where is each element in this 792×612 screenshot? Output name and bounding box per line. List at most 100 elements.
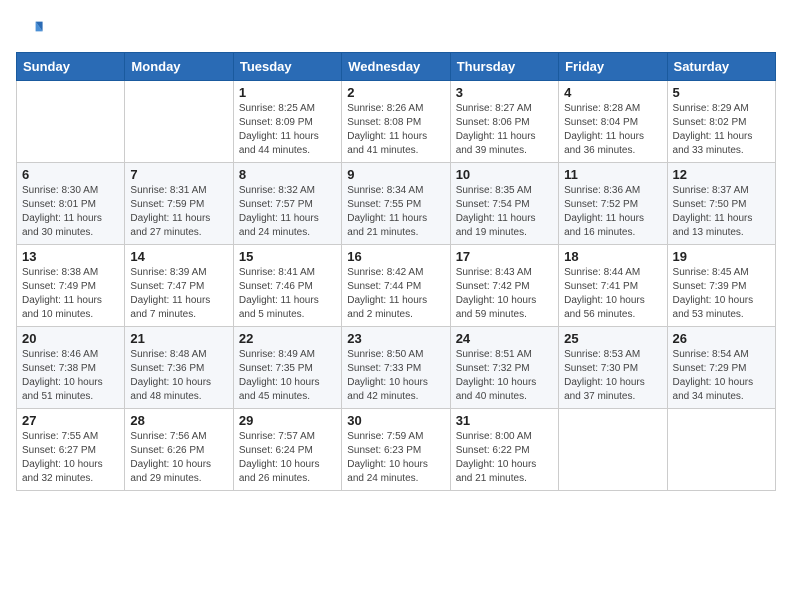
- day-info: Sunrise: 8:30 AM Sunset: 8:01 PM Dayligh…: [22, 184, 119, 240]
- calendar-cell: 2Sunrise: 8:26 AM Sunset: 8:08 PM Daylig…: [342, 81, 450, 163]
- day-info: Sunrise: 7:55 AM Sunset: 6:27 PM Dayligh…: [22, 430, 119, 486]
- calendar-cell: 11 Sunrise: 8:36 AM Sunset: 7:52 PM Dayli…: [559, 163, 667, 245]
- calendar-week-row-3: 13 Sunrise: 8:38 AM Sunset: 7:49 PM Dayli…: [17, 245, 776, 327]
- weekday-header-monday: Monday: [125, 53, 233, 81]
- day-number: 13: [22, 249, 119, 264]
- day-number: 10: [456, 167, 553, 182]
- day-info: Sunrise: 8:51 AM Sunset: 7:32 PM Dayligh…: [456, 348, 553, 404]
- day-number: 26: [673, 331, 770, 346]
- calendar-cell: 10Sunrise: 8:35 AM Sunset: 7:54 PM Dayli…: [450, 163, 558, 245]
- day-info: Sunrise: 7:56 AM Sunset: 6:26 PM Dayligh…: [130, 430, 227, 486]
- calendar-cell: [17, 81, 125, 163]
- calendar-cell: 13 Sunrise: 8:38 AM Sunset: 7:49 PM Dayli…: [17, 245, 125, 327]
- day-number: 30: [347, 413, 444, 428]
- calendar-cell: 17 Sunrise: 8:43 AM Sunset: 7:42 PM Dayli…: [450, 245, 558, 327]
- day-info: Sunrise: 8:48 AM Sunset: 7:36 PM Dayligh…: [130, 348, 227, 404]
- weekday-header-row: SundayMondayTuesdayWednesdayThursdayFrid…: [17, 53, 776, 81]
- weekday-header-sunday: Sunday: [17, 53, 125, 81]
- day-info: Sunrise: 8:34 AM Sunset: 7:55 PM Dayligh…: [347, 184, 444, 240]
- page-header: [16, 16, 776, 44]
- calendar-cell: 27 Sunrise: 7:55 AM Sunset: 6:27 PM Dayli…: [17, 409, 125, 491]
- day-info: Sunrise: 8:50 AM Sunset: 7:33 PM Dayligh…: [347, 348, 444, 404]
- calendar-cell: 20 Sunrise: 8:46 AM Sunset: 7:38 PM Dayli…: [17, 327, 125, 409]
- calendar-cell: 19 Sunrise: 8:45 AM Sunset: 7:39 PM Dayli…: [667, 245, 775, 327]
- calendar-cell: 31 Sunrise: 8:00 AM Sunset: 6:22 PM Dayli…: [450, 409, 558, 491]
- calendar-cell: 9 Sunrise: 8:34 AM Sunset: 7:55 PM Daylig…: [342, 163, 450, 245]
- weekday-header-tuesday: Tuesday: [233, 53, 341, 81]
- calendar-table: SundayMondayTuesdayWednesdayThursdayFrid…: [16, 52, 776, 491]
- calendar-cell: 28 Sunrise: 7:56 AM Sunset: 6:26 PM Dayli…: [125, 409, 233, 491]
- day-number: 6: [22, 167, 119, 182]
- day-number: 12: [673, 167, 770, 182]
- day-info: Sunrise: 8:42 AM Sunset: 7:44 PM Dayligh…: [347, 266, 444, 322]
- calendar-cell: 29Sunrise: 7:57 AM Sunset: 6:24 PM Dayli…: [233, 409, 341, 491]
- day-info: Sunrise: 8:29 AM Sunset: 8:02 PM Dayligh…: [673, 102, 770, 158]
- day-number: 20: [22, 331, 119, 346]
- day-info: Sunrise: 8:49 AM Sunset: 7:35 PM Dayligh…: [239, 348, 336, 404]
- day-info: Sunrise: 8:46 AM Sunset: 7:38 PM Dayligh…: [22, 348, 119, 404]
- day-info: Sunrise: 8:39 AM Sunset: 7:47 PM Dayligh…: [130, 266, 227, 322]
- day-number: 1: [239, 85, 336, 100]
- calendar-cell: 14Sunrise: 8:39 AM Sunset: 7:47 PM Dayli…: [125, 245, 233, 327]
- day-number: 19: [673, 249, 770, 264]
- weekday-header-friday: Friday: [559, 53, 667, 81]
- calendar-cell: 30 Sunrise: 7:59 AM Sunset: 6:23 PM Dayli…: [342, 409, 450, 491]
- day-info: Sunrise: 8:27 AM Sunset: 8:06 PM Dayligh…: [456, 102, 553, 158]
- day-number: 25: [564, 331, 661, 346]
- calendar-week-row-1: 1 Sunrise: 8:25 AM Sunset: 8:09 PM Daylig…: [17, 81, 776, 163]
- calendar-cell: 16 Sunrise: 8:42 AM Sunset: 7:44 PM Dayli…: [342, 245, 450, 327]
- calendar-cell: [559, 409, 667, 491]
- day-info: Sunrise: 8:00 AM Sunset: 6:22 PM Dayligh…: [456, 430, 553, 486]
- day-info: Sunrise: 8:31 AM Sunset: 7:59 PM Dayligh…: [130, 184, 227, 240]
- weekday-header-thursday: Thursday: [450, 53, 558, 81]
- day-info: Sunrise: 8:32 AM Sunset: 7:57 PM Dayligh…: [239, 184, 336, 240]
- day-info: Sunrise: 7:59 AM Sunset: 6:23 PM Dayligh…: [347, 430, 444, 486]
- day-number: 23: [347, 331, 444, 346]
- day-info: Sunrise: 8:41 AM Sunset: 7:46 PM Dayligh…: [239, 266, 336, 322]
- calendar-cell: 18 Sunrise: 8:44 AM Sunset: 7:41 PM Dayli…: [559, 245, 667, 327]
- day-info: Sunrise: 8:38 AM Sunset: 7:49 PM Dayligh…: [22, 266, 119, 322]
- day-number: 5: [673, 85, 770, 100]
- calendar-week-row-4: 20 Sunrise: 8:46 AM Sunset: 7:38 PM Dayli…: [17, 327, 776, 409]
- calendar-cell: 8 Sunrise: 8:32 AM Sunset: 7:57 PM Daylig…: [233, 163, 341, 245]
- day-number: 18: [564, 249, 661, 264]
- day-number: 3: [456, 85, 553, 100]
- day-info: Sunrise: 8:28 AM Sunset: 8:04 PM Dayligh…: [564, 102, 661, 158]
- day-info: Sunrise: 8:45 AM Sunset: 7:39 PM Dayligh…: [673, 266, 770, 322]
- calendar-cell: 25Sunrise: 8:53 AM Sunset: 7:30 PM Dayli…: [559, 327, 667, 409]
- calendar-cell: 6 Sunrise: 8:30 AM Sunset: 8:01 PM Daylig…: [17, 163, 125, 245]
- calendar-cell: 15 Sunrise: 8:41 AM Sunset: 7:46 PM Dayli…: [233, 245, 341, 327]
- day-info: Sunrise: 8:25 AM Sunset: 8:09 PM Dayligh…: [239, 102, 336, 158]
- day-number: 9: [347, 167, 444, 182]
- logo: [16, 16, 48, 44]
- calendar-cell: 24Sunrise: 8:51 AM Sunset: 7:32 PM Dayli…: [450, 327, 558, 409]
- calendar-cell: 7Sunrise: 8:31 AM Sunset: 7:59 PM Daylig…: [125, 163, 233, 245]
- day-number: 11: [564, 167, 661, 182]
- day-number: 16: [347, 249, 444, 264]
- calendar-cell: 22 Sunrise: 8:49 AM Sunset: 7:35 PM Dayli…: [233, 327, 341, 409]
- day-info: Sunrise: 8:43 AM Sunset: 7:42 PM Dayligh…: [456, 266, 553, 322]
- calendar-cell: 4 Sunrise: 8:28 AM Sunset: 8:04 PM Daylig…: [559, 81, 667, 163]
- calendar-cell: 21 Sunrise: 8:48 AM Sunset: 7:36 PM Dayli…: [125, 327, 233, 409]
- calendar-cell: 12Sunrise: 8:37 AM Sunset: 7:50 PM Dayli…: [667, 163, 775, 245]
- day-info: Sunrise: 8:36 AM Sunset: 7:52 PM Dayligh…: [564, 184, 661, 240]
- calendar-cell: 3 Sunrise: 8:27 AM Sunset: 8:06 PM Daylig…: [450, 81, 558, 163]
- day-number: 4: [564, 85, 661, 100]
- day-number: 21: [130, 331, 227, 346]
- day-number: 22: [239, 331, 336, 346]
- weekday-header-saturday: Saturday: [667, 53, 775, 81]
- calendar-week-row-2: 6 Sunrise: 8:30 AM Sunset: 8:01 PM Daylig…: [17, 163, 776, 245]
- day-info: Sunrise: 8:54 AM Sunset: 7:29 PM Dayligh…: [673, 348, 770, 404]
- day-number: 28: [130, 413, 227, 428]
- day-number: 8: [239, 167, 336, 182]
- day-info: Sunrise: 8:44 AM Sunset: 7:41 PM Dayligh…: [564, 266, 661, 322]
- day-number: 15: [239, 249, 336, 264]
- calendar-cell: 5 Sunrise: 8:29 AM Sunset: 8:02 PM Daylig…: [667, 81, 775, 163]
- day-number: 17: [456, 249, 553, 264]
- calendar-cell: 26 Sunrise: 8:54 AM Sunset: 7:29 PM Dayli…: [667, 327, 775, 409]
- day-number: 27: [22, 413, 119, 428]
- calendar-week-row-5: 27 Sunrise: 7:55 AM Sunset: 6:27 PM Dayli…: [17, 409, 776, 491]
- day-info: Sunrise: 7:57 AM Sunset: 6:24 PM Dayligh…: [239, 430, 336, 486]
- day-number: 31: [456, 413, 553, 428]
- logo-icon: [16, 16, 44, 44]
